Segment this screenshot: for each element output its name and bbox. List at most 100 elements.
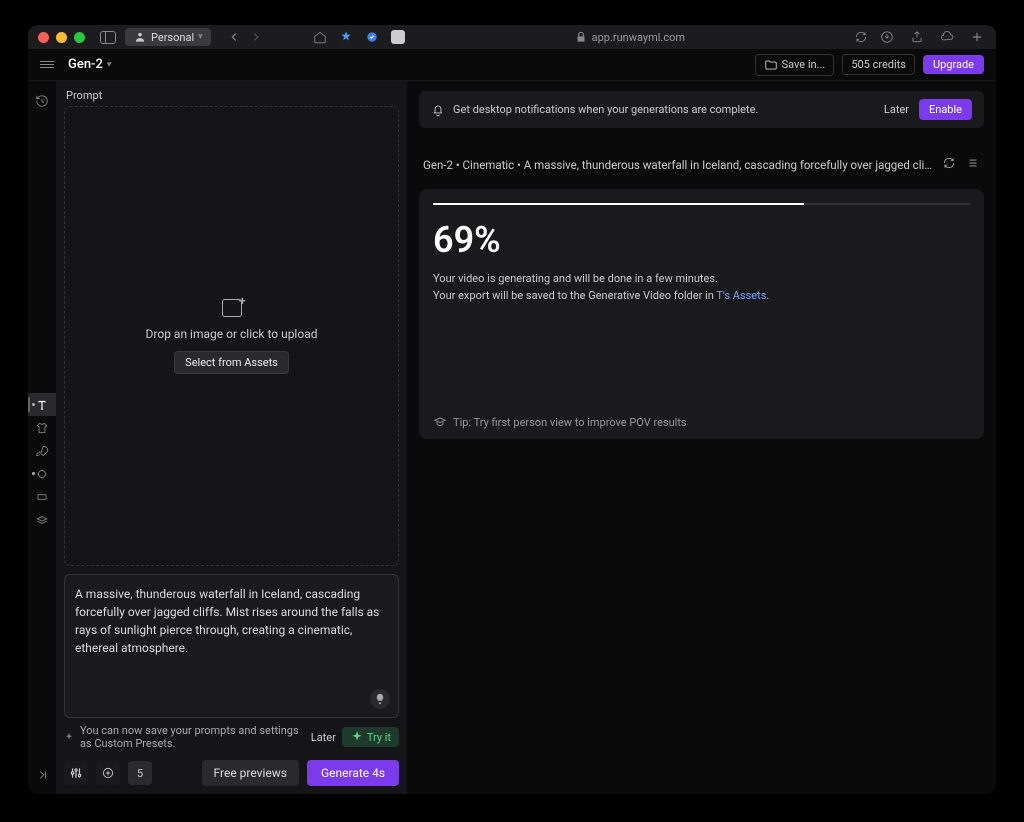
progress-line-2-prefix: Your export will be saved to the Generat… [433,289,716,302]
text-icon [35,398,49,412]
seed-value-display[interactable]: 5 [128,761,152,785]
person-icon [133,30,147,44]
output-panel: Get desktop notifications when your gene… [407,81,996,794]
refresh-icon [942,156,956,170]
text-tool-button[interactable] [28,393,56,416]
layers-icon [35,513,49,527]
preset-later-button[interactable]: Later [311,731,336,744]
progress-fill [433,203,803,205]
app-window: Personal ▾ app.runwayml.com Gen-2 ▾ [28,25,996,794]
select-from-assets-button[interactable]: Select from Assets [174,351,289,374]
model-title: Gen-2 [68,57,103,72]
generate-bar: 5 Free previews Generate 4s [64,750,399,786]
profile-menu[interactable]: Personal ▾ [125,28,211,46]
seed-icon [101,766,115,780]
bell-icon [431,103,445,117]
tip-row: Tip: Try first person view to improve PO… [433,415,970,429]
progress-status: Your video is generating and will be don… [433,271,970,304]
collapse-rail-button[interactable] [28,763,56,786]
notification-text: Get desktop notifications when your gene… [453,103,758,116]
interpolate-tool-button[interactable] [28,508,56,531]
graduation-cap-icon [433,415,447,429]
sparkle-icon [350,730,364,744]
save-button[interactable]: Save in... [755,54,835,76]
progress-bar [433,203,970,205]
reload-button[interactable] [852,28,870,46]
generation-menu-button[interactable] [966,156,980,173]
free-previews-button[interactable]: Free previews [202,760,299,786]
preset-tryit-button[interactable]: Try it [342,727,399,747]
forward-button[interactable] [247,28,265,46]
seed-button[interactable] [96,761,120,785]
assets-folder-link[interactable]: T's Assets [716,289,766,302]
sparkle-icon [64,730,74,744]
chevron-down-icon: ▾ [107,60,112,70]
prompt-panel: Prompt Drop an image or click to upload … [56,81,407,794]
generation-title: Gen-2 • Cinematic • A massive, thunderou… [423,158,932,172]
collapse-icon [35,768,49,782]
lightbulb-icon [373,692,387,706]
preset-tip-bar: You can now save your prompts and settin… [64,718,399,750]
model-selector[interactable]: Gen-2 ▾ [68,57,111,72]
lock-icon [574,30,588,44]
regenerate-button[interactable] [942,156,956,173]
traffic-lights [38,32,85,43]
save-label: Save in... [782,58,826,71]
extension-icon-1[interactable] [337,28,355,46]
list-icon [966,156,980,170]
upgrade-button[interactable]: Upgrade [923,55,984,74]
history-icon [35,94,49,108]
new-tab-button[interactable] [968,28,986,46]
notif-enable-button[interactable]: Enable [919,99,972,120]
ai-suggest-button[interactable] [370,689,390,709]
rocket-icon [35,444,49,458]
app-header: Gen-2 ▾ Save in... 505 credits Upgrade [28,49,996,81]
share-icon[interactable] [908,28,926,46]
hamburger-menu-button[interactable] [40,61,54,68]
progress-line-1: Your video is generating and will be don… [433,271,970,288]
extension-icon-2[interactable] [363,28,381,46]
brush-icon [35,467,49,481]
back-button[interactable] [225,28,243,46]
progress-percent: 69% [433,219,970,261]
motion-tool-button[interactable] [28,439,56,462]
sidebar-toggle-button[interactable] [99,28,117,46]
main-content: Prompt Drop an image or click to upload … [28,81,996,794]
tool-rail [28,81,56,794]
chevron-down-icon: ▾ [198,32,203,42]
url-text: app.runwayml.com [592,31,685,44]
style-tool-button[interactable] [28,416,56,439]
history-button[interactable] [28,89,56,112]
shirt-icon [35,421,49,435]
prompt-text-value: A massive, thunderous waterfall in Icela… [65,575,398,667]
profile-label: Personal [151,31,194,44]
prompt-text-area[interactable]: A massive, thunderous waterfall in Icela… [64,574,399,718]
minimize-window-button[interactable] [56,32,67,43]
settings-button[interactable] [64,761,88,785]
progress-line-2-suffix: . [766,289,769,302]
extension-icon-3[interactable] [389,28,407,46]
notif-later-button[interactable]: Later [884,103,909,116]
credits-badge[interactable]: 505 credits [842,54,915,75]
aspect-icon [35,490,49,504]
generate-button[interactable]: Generate 4s [307,760,399,786]
generation-header: Gen-2 • Cinematic • A massive, thunderou… [419,138,984,173]
maximize-window-button[interactable] [74,32,85,43]
brush-tool-button[interactable] [28,462,56,485]
tip-text: Tip: Try first person view to improve PO… [453,416,687,429]
image-drop-zone[interactable]: Drop an image or click to upload Select … [64,106,399,566]
cloud-icon[interactable] [938,28,956,46]
close-window-button[interactable] [38,32,49,43]
sliders-icon [69,766,83,780]
folder-icon [764,58,778,72]
url-bar[interactable]: app.runwayml.com [415,30,844,44]
home-icon[interactable] [311,28,329,46]
upload-image-icon [222,299,242,317]
download-icon[interactable] [878,28,896,46]
browser-chrome: Personal ▾ app.runwayml.com [28,25,996,49]
aspect-tool-button[interactable] [28,485,56,508]
progress-card: 69% Your video is generating and will be… [419,189,984,439]
preset-tip-text: You can now save your prompts and settin… [80,724,305,750]
prompt-section-label: Prompt [64,87,399,106]
drop-zone-text: Drop an image or click to upload [146,327,318,341]
